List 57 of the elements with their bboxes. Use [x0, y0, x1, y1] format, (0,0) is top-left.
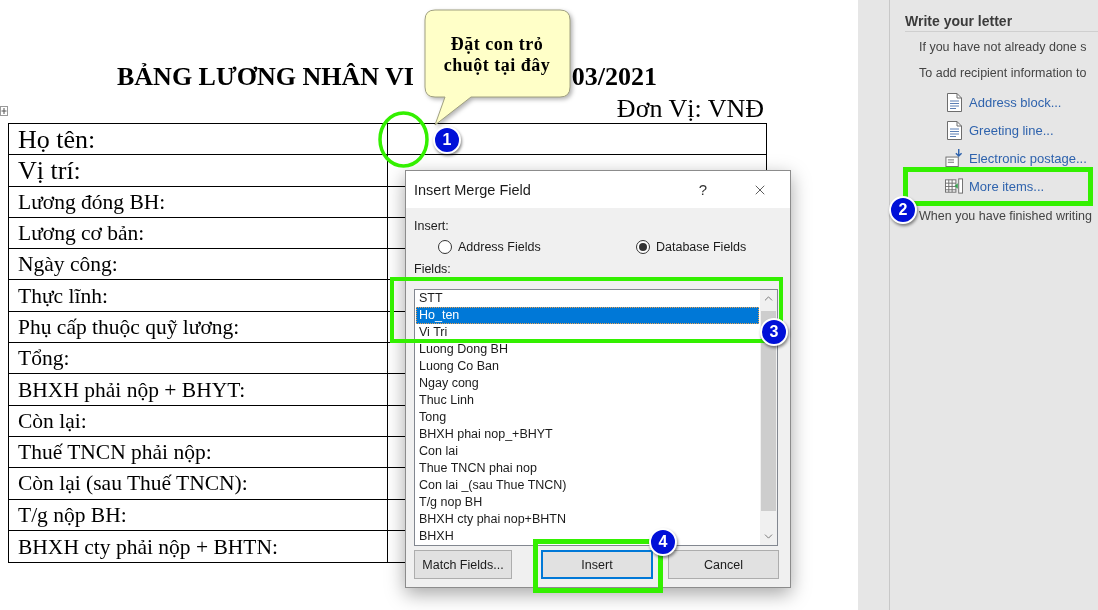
- table-grid-icon: [945, 178, 963, 194]
- task-pane-link[interactable]: Electronic postage...: [945, 149, 1087, 167]
- scrollbar[interactable]: [760, 290, 777, 545]
- document-icon: [946, 92, 962, 112]
- instruction-text: If you have not already done s: [919, 40, 1088, 54]
- row-label: T/g nộp BH:: [18, 501, 127, 528]
- radio-option[interactable]: Database Fields: [636, 239, 747, 255]
- row-label: Phụ cấp thuộc quỹ lương:: [18, 313, 240, 340]
- task-pane-link[interactable]: Address block...: [945, 92, 1062, 112]
- field-list-item[interactable]: Luong Dong BH: [419, 341, 510, 358]
- field-list-item[interactable]: Tong: [419, 409, 449, 426]
- unit-label: Đơn Vị: VNĐ: [616, 95, 764, 123]
- row-label: Tổng:: [18, 345, 70, 372]
- cancel-button[interactable]: Cancel: [668, 550, 779, 579]
- match-fields-button[interactable]: Match Fields...: [414, 550, 512, 579]
- row-label: Họ tên:: [18, 124, 96, 154]
- group-label: Insert:: [414, 219, 450, 233]
- field-list-item[interactable]: Ngay cong: [419, 375, 481, 392]
- field-list-item[interactable]: Con lai: [419, 443, 460, 460]
- field-list-item[interactable]: Con lai _(sau Thue TNCN): [419, 477, 569, 494]
- task-pane-link[interactable]: Greeting line...: [945, 120, 1054, 140]
- field-list-item[interactable]: T/g nop BH: [419, 494, 485, 511]
- row-label: BHXH cty phải nộp + BHTN:: [18, 533, 278, 560]
- section-heading: Write your letter: [905, 13, 1013, 29]
- field-list-item[interactable]: Luong Co Ban: [419, 358, 501, 375]
- task-pane-link[interactable]: More items...: [945, 178, 1045, 194]
- row-label: Lương cơ bản:: [18, 220, 145, 247]
- scrollbar-thumb[interactable]: [761, 311, 776, 511]
- help-button[interactable]: ?: [698, 180, 707, 199]
- row-label: Thực lĩnh:: [18, 282, 108, 309]
- row-label: BHXH phải nộp + BHYT:: [18, 376, 246, 403]
- callout-text: Đặt con trỏ chuột tại đây: [442, 34, 552, 76]
- field-list-item[interactable]: Thuc Linh: [419, 392, 476, 409]
- instruction-text: When you have finished writing: [919, 209, 1093, 223]
- field-list-item[interactable]: Vi Tri: [419, 324, 450, 341]
- highlight-ring-icon: [378, 111, 429, 168]
- row-label: Lương đóng BH:: [18, 188, 166, 215]
- envelope-arrow-icon: [945, 149, 963, 167]
- document-title: BẢNG LƯƠNG NHÂN VI: [117, 61, 414, 93]
- row-label: Còn lại (sau Thuế TNCN):: [18, 470, 248, 497]
- radio-option[interactable]: Address Fields: [438, 239, 636, 255]
- insert-button[interactable]: Insert: [541, 550, 653, 579]
- field-list-item[interactable]: BHXH: [419, 528, 456, 545]
- field-list-item[interactable]: STT: [419, 290, 445, 307]
- field-list-item[interactable]: Thue TNCN phai nop: [419, 460, 539, 477]
- document-title: 03/2021: [571, 61, 657, 93]
- field-list-item[interactable]: BHXH phai nop_+BHYT: [419, 426, 555, 443]
- row-label: Còn lại:: [18, 407, 87, 434]
- field-list-item[interactable]: BHXH cty phai nop+BHTN: [419, 511, 568, 528]
- row-label: Thuế TNCN phải nộp:: [18, 439, 212, 466]
- instruction-text: To add recipient information to: [919, 66, 1088, 80]
- document-icon: [946, 120, 962, 140]
- group-label: Fields:: [414, 262, 452, 276]
- field-list-item[interactable]: Ho_ten: [416, 307, 759, 324]
- row-label: Vị trí:: [18, 155, 81, 185]
- row-label: Ngày công:: [18, 251, 118, 278]
- dialog-title: Insert Merge Field: [414, 180, 531, 199]
